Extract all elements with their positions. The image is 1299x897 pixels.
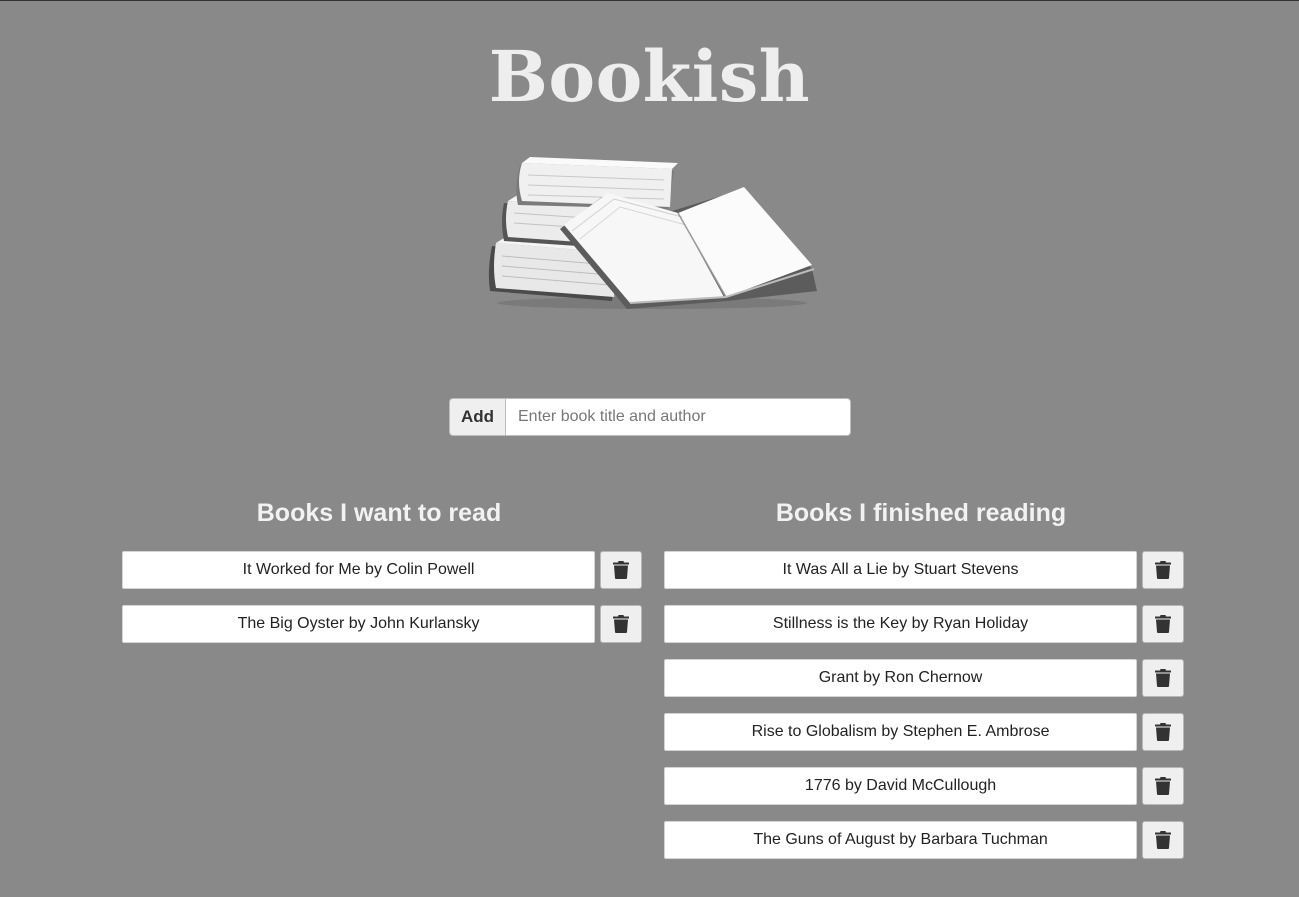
list-item: The Big Oyster by John Kurlansky [122, 605, 642, 643]
trash-icon [1155, 669, 1172, 687]
trash-icon [1155, 777, 1172, 795]
page-title: Bookish [488, 35, 811, 118]
trash-icon [1155, 723, 1172, 741]
book-input[interactable] [505, 398, 851, 436]
list-item: The Guns of August by Barbara Tuchman [664, 821, 1184, 859]
trash-icon [613, 615, 630, 633]
finished-reading-heading: Books I finished reading [775, 499, 1067, 527]
delete-button[interactable] [1142, 713, 1184, 751]
book-title[interactable]: Stillness is the Key by Ryan Holiday [664, 605, 1138, 643]
trash-icon [1155, 615, 1172, 633]
finished-reading-list: It Was All a Lie by Stuart Stevens Still… [664, 551, 1184, 859]
book-title[interactable]: It Was All a Lie by Stuart Stevens [664, 551, 1138, 589]
book-title[interactable]: 1776 by David McCullough [664, 767, 1138, 805]
delete-button[interactable] [1142, 821, 1184, 859]
book-title[interactable]: It Worked for Me by Colin Powell [122, 551, 596, 589]
want-to-read-column: Books I want to read It Worked for Me by… [122, 493, 642, 659]
list-item: 1776 by David McCullough [664, 767, 1184, 805]
book-title[interactable]: Rise to Globalism by Stephen E. Ambrose [664, 713, 1138, 751]
trash-icon [1155, 831, 1172, 849]
book-title[interactable]: The Guns of August by Barbara Tuchman [664, 821, 1138, 859]
delete-button[interactable] [600, 605, 642, 643]
want-to-read-list: It Worked for Me by Colin Powell The Big… [122, 551, 642, 643]
delete-button[interactable] [600, 551, 642, 589]
want-to-read-heading: Books I want to read [256, 499, 502, 527]
list-item: Grant by Ron Chernow [664, 659, 1184, 697]
book-title[interactable]: The Big Oyster by John Kurlansky [122, 605, 596, 643]
delete-button[interactable] [1142, 605, 1184, 643]
books-stack-icon [488, 157, 817, 309]
list-item: Rise to Globalism by Stephen E. Ambrose [664, 713, 1184, 751]
list-item: Stillness is the Key by Ryan Holiday [664, 605, 1184, 643]
delete-button[interactable] [1142, 767, 1184, 805]
list-item: It Was All a Lie by Stuart Stevens [664, 551, 1184, 589]
trash-icon [1155, 561, 1172, 579]
add-button[interactable]: Add [449, 398, 505, 436]
delete-button[interactable] [1142, 551, 1184, 589]
trash-icon [613, 561, 630, 579]
list-item: It Worked for Me by Colin Powell [122, 551, 642, 589]
add-book-bar: Add [449, 398, 851, 436]
delete-button[interactable] [1142, 659, 1184, 697]
book-title[interactable]: Grant by Ron Chernow [664, 659, 1138, 697]
finished-reading-column: Books I finished reading It Was All a Li… [664, 493, 1184, 875]
